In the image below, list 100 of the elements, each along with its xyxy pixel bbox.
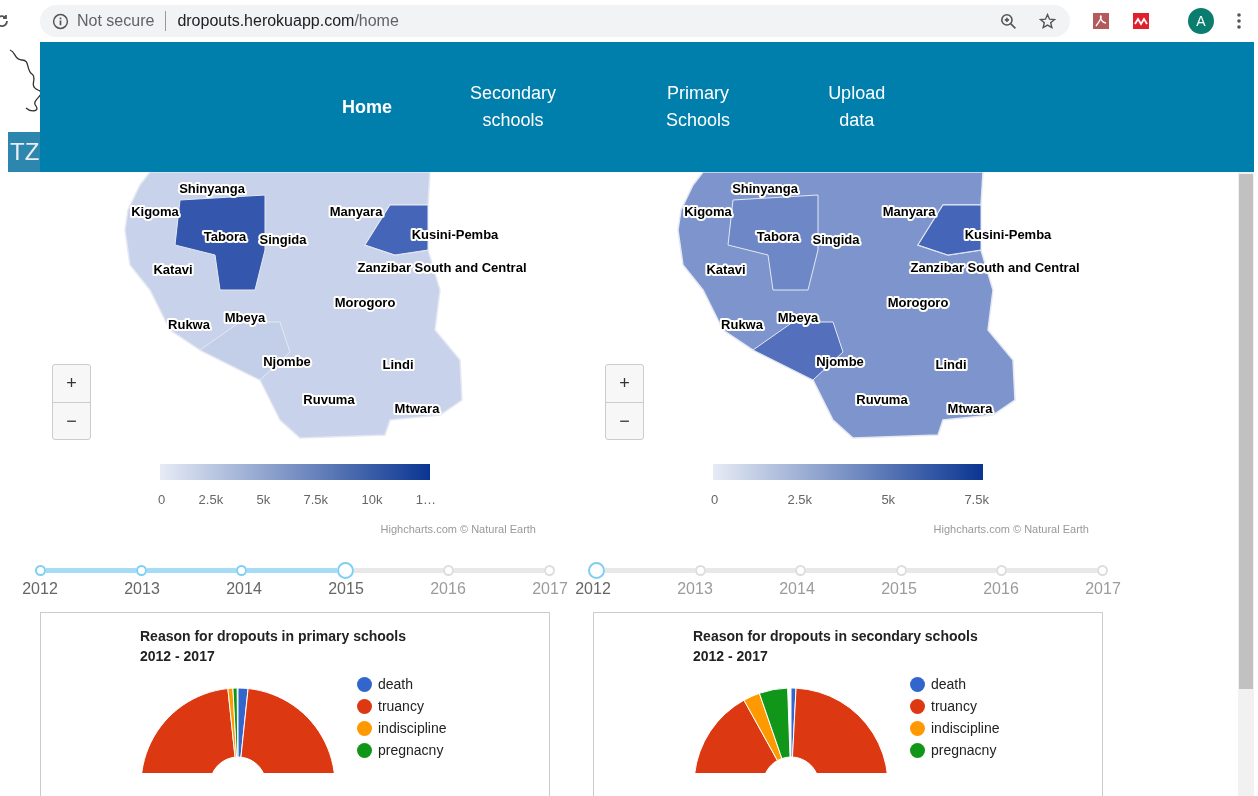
region-label: Ruvuma (856, 392, 908, 407)
region-label: Manyara (329, 204, 383, 219)
zoom-out-button[interactable]: − (53, 402, 90, 439)
legend-label: pregnacny (378, 742, 444, 758)
legend-label: pregnacny (931, 742, 997, 758)
region-label: Singida (812, 232, 860, 247)
year-label: 2013 (124, 580, 160, 598)
map-credit[interactable]: Highcharts.com © Natural Earth (933, 523, 1089, 535)
scrollbar-thumb[interactable] (1239, 174, 1253, 689)
logo-text: TZ (8, 132, 40, 172)
url-text: dropouts.herokuapp.com/home (177, 12, 399, 30)
scrollbar[interactable] (1238, 172, 1254, 796)
region-label: Lindi (935, 357, 967, 372)
region-label: Morogoro (334, 295, 396, 310)
scale-label: 1… (415, 492, 436, 507)
slider-handle[interactable] (588, 562, 605, 579)
scale-label: 7.5k (303, 492, 329, 507)
scale-label: 2.5k (787, 492, 813, 507)
slider-track-segment[interactable] (1007, 568, 1097, 573)
chart-title: Reason for dropouts in primary schools (140, 628, 407, 644)
year-label: 2017 (1085, 580, 1121, 598)
legend-label: truancy (378, 698, 424, 714)
region-label: Zanzibar South and Central (910, 260, 1080, 275)
profile-avatar[interactable]: A (1188, 8, 1214, 34)
slider-track-segment[interactable] (806, 568, 896, 573)
slider-track-segment[interactable] (605, 568, 695, 573)
region-label: Tabora (756, 229, 800, 244)
slider-track-segment[interactable] (46, 568, 136, 573)
scale-label: 7.5k (964, 492, 989, 507)
nav-link[interactable]: Home (342, 93, 392, 121)
region-label: Lindi (382, 357, 414, 372)
slider-track-segment[interactable] (705, 568, 796, 573)
extension-icon[interactable] (1132, 12, 1150, 30)
nav-link[interactable]: Primary Schools (666, 80, 731, 134)
year-label: 2016 (430, 580, 466, 598)
region-label: Mbeya (777, 310, 819, 325)
legend-label: truancy (931, 698, 977, 714)
region-label: Mtwara (394, 401, 440, 416)
chart-subtitle: 2012 - 2017 (693, 648, 769, 664)
region-label: Katavi (153, 262, 193, 277)
slider-track-segment[interactable] (247, 568, 337, 573)
year-label: 2014 (226, 580, 262, 598)
legend-label: indiscipline (378, 720, 447, 736)
region-label: Morogoro (887, 295, 949, 310)
scale-label: 0 (711, 492, 719, 507)
pdf-extension-icon[interactable] (1092, 12, 1110, 30)
scale-label: 2.5k (198, 492, 224, 507)
address-bar[interactable]: Not secure dropouts.herokuapp.com/home (40, 5, 1070, 37)
slider-track-segment[interactable] (906, 568, 997, 573)
legend-label: death (931, 676, 967, 692)
zoom-in-button[interactable]: + (53, 365, 90, 402)
year-label: 2017 (532, 580, 568, 598)
slider-track-segment[interactable] (353, 568, 444, 573)
info-icon[interactable] (52, 12, 69, 30)
zoom-out-button[interactable]: − (606, 402, 643, 439)
region-label: Mbeya (224, 310, 266, 325)
menu-icon[interactable] (1236, 12, 1242, 30)
nav-link[interactable]: Upload data (828, 80, 886, 134)
year-label: 2012 (22, 580, 58, 598)
star-icon[interactable] (1039, 12, 1056, 30)
slider-stop[interactable] (895, 565, 907, 576)
region-label: Mtwara (947, 401, 993, 416)
region-label: Shinyanga (732, 181, 798, 196)
year-label: 2012 (575, 580, 611, 598)
scale-label: 5k (881, 492, 896, 507)
zoom-in-button[interactable]: + (606, 365, 643, 402)
region-label: Zanzibar South and Central (357, 260, 527, 275)
region-label: Kigoma (131, 204, 179, 219)
slider-handle[interactable] (336, 562, 354, 579)
region-label: Njombe (816, 354, 864, 369)
slider-track-segment[interactable] (454, 568, 544, 573)
chart-title: Reason for dropouts in secondary schools (693, 628, 978, 644)
region-label: Manyara (882, 204, 936, 219)
year-label: 2014 (779, 580, 815, 598)
scale-label: 0 (158, 492, 166, 507)
region-label: Kigoma (684, 204, 732, 219)
security-label: Not secure (77, 12, 155, 30)
legend-label: indiscipline (931, 720, 1000, 736)
region-label: Rukwa (168, 317, 210, 332)
region-label: Tabora (203, 229, 247, 244)
region-label: Njombe (263, 354, 311, 369)
slider-track-segment[interactable] (146, 568, 237, 573)
slider-stop[interactable] (694, 565, 706, 576)
year-label: 2015 (881, 580, 917, 598)
map-credit[interactable]: Highcharts.com © Natural Earth (380, 523, 536, 535)
slider-stop[interactable] (1096, 565, 1108, 576)
slider-stop[interactable] (135, 565, 147, 576)
year-label: 2016 (983, 580, 1019, 598)
legend-label: death (378, 676, 414, 692)
scale-label: 10k (361, 492, 383, 507)
nav-link[interactable]: Secondary schools (470, 80, 557, 134)
region-label: Rukwa (721, 317, 763, 332)
region-label: Shinyanga (179, 181, 245, 196)
scale-label: 5k (256, 492, 271, 507)
region-label: Katavi (706, 262, 746, 277)
slider-stop[interactable] (543, 565, 555, 576)
year-label: 2015 (328, 580, 364, 598)
zoom-icon[interactable] (1000, 12, 1017, 30)
chart-subtitle: 2012 - 2017 (140, 648, 216, 664)
region-label: Ruvuma (303, 392, 355, 407)
